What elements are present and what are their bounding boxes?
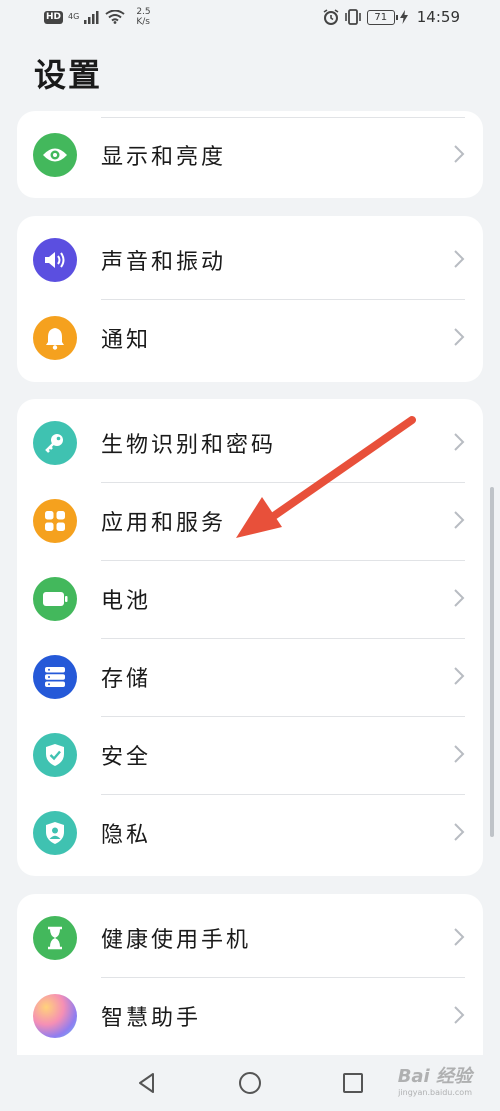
- watermark-brand: Bai 经验: [397, 1066, 472, 1087]
- watermark-url: jingyan.baidu.com: [398, 1088, 472, 1097]
- home-icon[interactable]: [238, 1071, 262, 1095]
- back-icon[interactable]: [136, 1072, 158, 1094]
- watermark: Bai 经验 jingyan.baidu.com: [398, 1062, 472, 1097]
- recents-icon[interactable]: [342, 1072, 364, 1094]
- annotation-arrow: [236, 416, 416, 538]
